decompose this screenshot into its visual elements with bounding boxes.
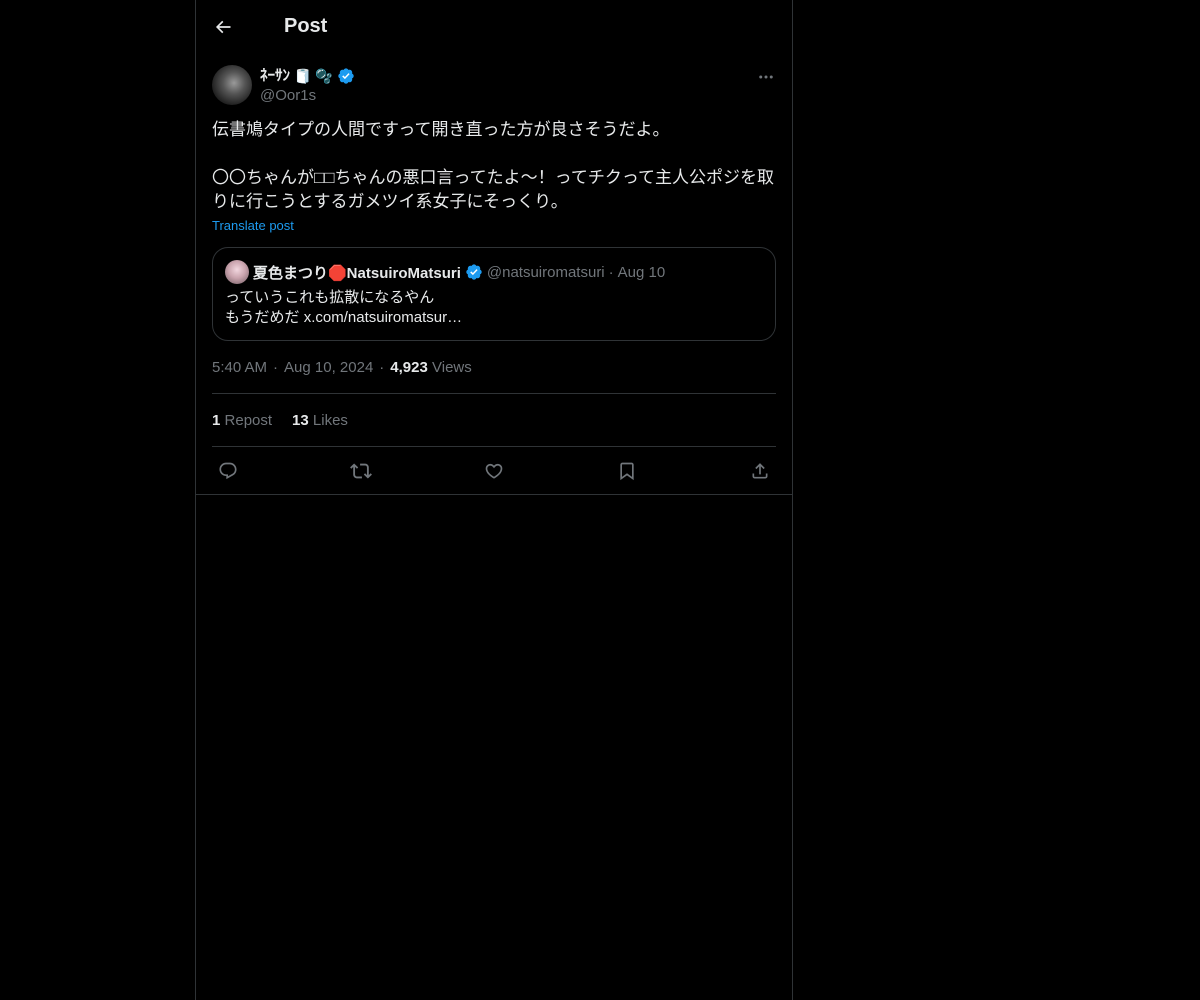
post-time[interactable]: 5:40 AM <box>212 359 267 376</box>
author-handle[interactable]: @Oor1s <box>260 86 355 106</box>
avatar[interactable] <box>212 65 252 105</box>
page-title: Post <box>284 15 328 37</box>
meta-separator: · <box>379 358 385 376</box>
post-meta: 5:40 AM · Aug 10, 2024 · 4,923 Views <box>212 357 776 377</box>
post-text: 伝書鳩タイプの人間ですって開き直った方が良さそうだよ。 〇〇ちゃんが□□ちゃんの… <box>212 120 774 211</box>
reposts-count: 1 <box>212 411 221 429</box>
action-bar <box>212 447 776 494</box>
quote-text: っていうこれも拡散になるやん もうだめだ x.com/natsuiromatsu… <box>225 289 463 326</box>
back-arrow-icon <box>215 20 231 33</box>
reposts-label: Repost <box>224 411 273 429</box>
author-row: ﾈｰｻﾝ 🧻 🫧 @Oor1s <box>212 65 776 106</box>
views-label: Views <box>432 358 472 376</box>
quoted-post[interactable]: 夏色まつり🛑NatsuiroMatsuri @natsuiromatsuri ·… <box>212 247 776 341</box>
post-column: Post ﾈｰｻﾝ 🧻 🫧 @Oor1s 伝書鳩タイプの人間ですって開き直った方… <box>195 0 793 1000</box>
repost-button[interactable] <box>349 459 373 483</box>
translate-post-link[interactable]: Translate post <box>212 218 294 233</box>
verified-icon <box>338 68 354 84</box>
post-date[interactable]: Aug 10, 2024 <box>284 359 373 376</box>
author-meta: ﾈｰｻﾝ 🧻 🫧 @Oor1s <box>260 65 355 106</box>
reply-icon <box>219 462 237 479</box>
views[interactable]: 4,923 Views <box>390 359 471 376</box>
reply-button[interactable] <box>216 459 240 483</box>
engagement-stats: 1 Repost 13 Likes <box>212 394 776 446</box>
quote-handle: @natsuiromatsuri <box>486 263 605 281</box>
like-icon <box>485 463 503 479</box>
quote-avatar <box>225 260 249 284</box>
more-icon <box>759 75 773 79</box>
quote-display-name: 夏色まつり🛑NatsuiroMatsuri <box>253 264 461 282</box>
header: Post <box>196 0 792 53</box>
repost-icon <box>350 463 372 478</box>
bookmark-icon <box>620 462 634 480</box>
meta-separator: · <box>273 358 279 376</box>
author-emojis: 🧻 🫧 <box>294 68 333 84</box>
views-count: 4,923 <box>390 358 428 376</box>
divider <box>196 494 792 495</box>
back-button[interactable] <box>212 16 234 38</box>
post: ﾈｰｻﾝ 🧻 🫧 @Oor1s 伝書鳩タイプの人間ですって開き直った方が良さそう… <box>196 65 792 495</box>
share-icon <box>752 462 768 478</box>
likes-label: Likes <box>312 411 348 429</box>
display-name-row: ﾈｰｻﾝ 🧻 🫧 <box>260 66 355 86</box>
quote-header: 夏色まつり🛑NatsuiroMatsuri @natsuiromatsuri ·… <box>225 260 763 284</box>
likes-stat[interactable]: 13 Likes <box>292 412 348 429</box>
like-button[interactable] <box>482 459 506 483</box>
reposts-stat[interactable]: 1 Repost <box>212 412 272 429</box>
more-button[interactable] <box>756 67 776 87</box>
share-button[interactable] <box>748 459 772 483</box>
likes-count: 13 <box>292 411 309 429</box>
verified-icon <box>466 264 482 280</box>
quote-date: Aug 10 <box>617 263 666 281</box>
bookmark-button[interactable] <box>615 459 639 483</box>
author-display-name[interactable]: ﾈｰｻﾝ <box>260 66 290 86</box>
quote-separator: · <box>608 263 614 281</box>
